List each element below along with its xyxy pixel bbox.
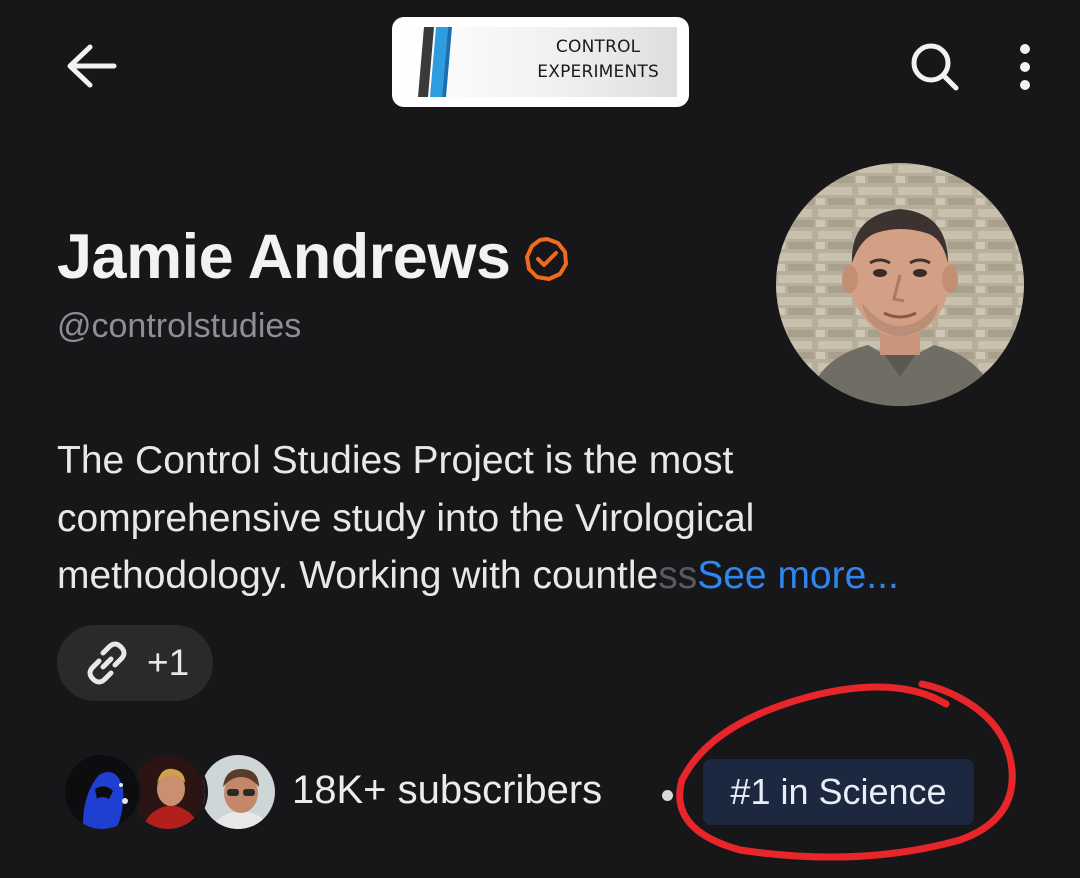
bio-line-3-text: methodology. Working with countle [57,554,659,597]
links-count: +1 [147,642,190,683]
logo-stripes-icon [418,27,452,97]
more-vertical-icon [1020,44,1030,90]
publication-logo[interactable]: CONTROL EXPERIMENTS [392,17,689,107]
separator-dot [662,790,673,801]
logo-line2: EXPERIMENTS [537,62,659,82]
profile-bio: The Control Studies Project is the most … [57,432,1027,605]
subscriber-avatar [62,752,142,832]
logo-line1: CONTROL [555,37,641,57]
rank-badge[interactable]: #1 in Science [703,759,974,825]
subscriber-avatar [198,752,278,832]
subscriber-avatar-1-image [65,755,139,829]
subscribers-row: 18K+ subscribers #1 in Science [62,752,1062,832]
search-icon [911,43,959,91]
search-button[interactable] [904,36,966,98]
subscriber-avatar-2-image [131,755,205,829]
profile-name: Jamie Andrews [57,222,511,292]
bio-line-2: comprehensive study into the Virological [57,496,755,540]
profile-handle: @controlstudies [57,307,302,345]
avatar-photo [776,163,1024,406]
links-button[interactable]: +1 [57,625,213,701]
see-more-link[interactable]: See more... [697,554,899,597]
back-button[interactable] [62,36,122,96]
bio-line-1: The Control Studies Project is the most [57,439,734,482]
profile-page: CONTROL EXPERIMENTS Jamie Andrews @contr… [0,0,1080,878]
bio-line-3: methodology. Working with countlessSee m… [57,547,1027,605]
bio-line-3-fade: ss [658,554,698,597]
logo-text: CONTROL EXPERIMENTS [537,35,659,85]
subscriber-avatar-3-image [201,755,275,829]
link-icon [87,641,127,685]
more-options-button[interactable] [1000,36,1050,98]
arrow-left-icon [67,44,117,88]
subscriber-count[interactable]: 18K+ subscribers [292,768,602,813]
verified-badge-icon [525,237,569,281]
avatar[interactable] [776,163,1024,406]
profile-name-row: Jamie Andrews [57,217,570,297]
